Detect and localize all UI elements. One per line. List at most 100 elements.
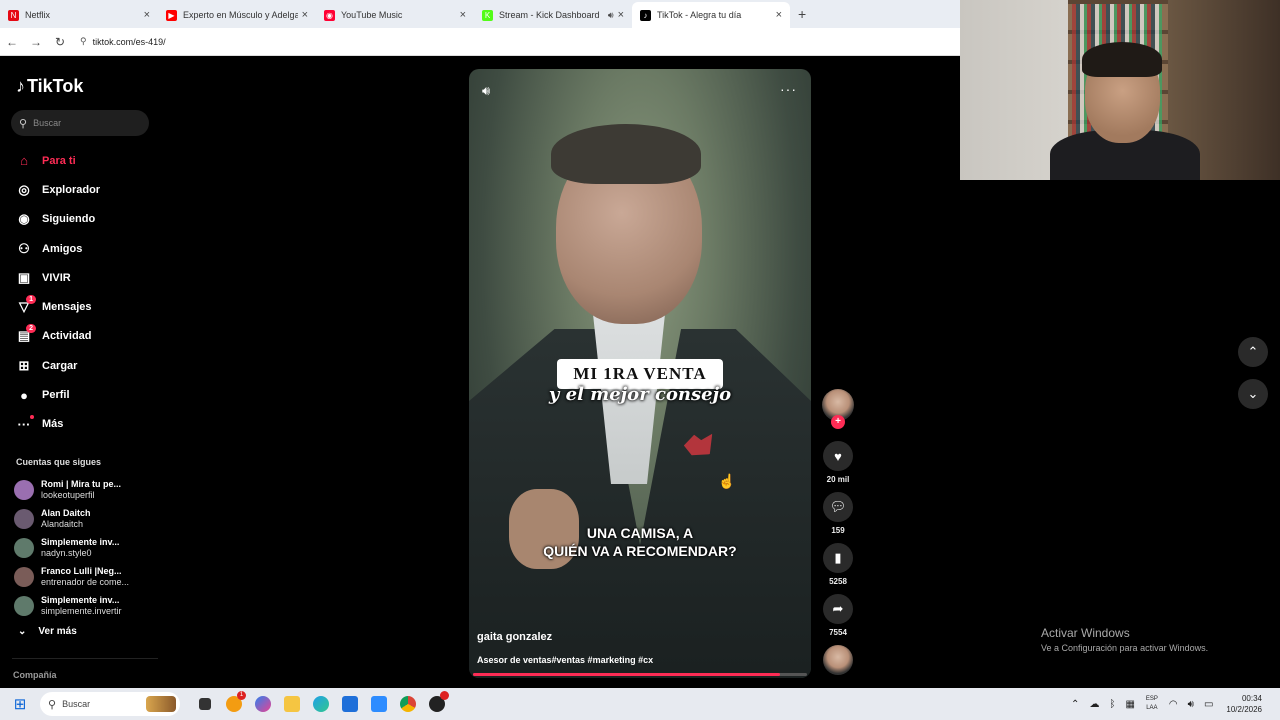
sidebar-item-label: Para ti — [42, 154, 76, 167]
taskbar-search[interactable]: ⚲ Buscar — [40, 692, 180, 716]
sound-avatar[interactable] — [823, 645, 853, 675]
following-item[interactable]: Simplemente inv... nadyn.style0 — [14, 533, 129, 562]
browser-tab[interactable]: ▶ Experto en Músculo y Adelgaza × — [158, 2, 316, 28]
sidebar-item[interactable]: ▣ VIVIR — [14, 263, 100, 292]
sidebar-item-label: Amigos — [42, 242, 83, 255]
tiktok-logo[interactable]: ♪ TikTok — [16, 76, 83, 97]
sidebar-item[interactable]: ◎ Explorador — [14, 175, 100, 204]
chevron-up-icon[interactable]: ⌃ — [1071, 699, 1079, 710]
close-icon[interactable]: × — [144, 9, 150, 21]
sidebar-item[interactable]: ● Perfil — [14, 380, 100, 409]
browser-tab[interactable]: K Stream - Kick Dashboard 🔊︎ × — [474, 2, 632, 28]
cloud-icon[interactable]: ☁ — [1089, 699, 1099, 710]
following-item[interactable]: Romi | Mira tu pe... lookeotuperfil — [14, 475, 129, 504]
sidebar-item[interactable]: ◉ Siguiendo — [14, 205, 100, 234]
share-icon[interactable]: ➦ — [823, 594, 853, 624]
following-item[interactable]: Franco Lulli |Neg... entrenador de come..… — [14, 562, 129, 591]
language-indicator[interactable]: ESP LAA — [1146, 695, 1158, 713]
next-video-button[interactable]: ⌄ — [1238, 379, 1268, 409]
wifi-icon[interactable]: ◠ — [1169, 699, 1178, 710]
copilot-icon[interactable] — [248, 692, 277, 716]
tiktok-page: ♪ TikTok ⚲ Buscar ⌂ Para ti ◎ Explorador ◉ Si… — [0, 58, 960, 688]
site-info-icon[interactable]: ⚲ — [80, 36, 87, 47]
avatar — [14, 595, 34, 616]
system-tray: ⌃ ☁ ᛒ ▦ ESP LAA ◠ 🔊︎ ▭ 00:34 10/2/2026 — [1066, 693, 1262, 715]
profile-icon: ● — [20, 387, 28, 403]
following-handle: Alandaitch — [41, 518, 84, 529]
sidebar-item-label: VIVIR — [42, 271, 71, 284]
url-field[interactable]: ⚲ tiktok.com/es-419/ — [80, 36, 166, 47]
back-icon[interactable]: ← — [0, 35, 24, 49]
chrome-icon[interactable] — [393, 692, 422, 716]
sidebar-item[interactable]: ⌂ Para ti — [14, 146, 100, 175]
widgets-icon[interactable]: 1 — [219, 691, 248, 716]
avatar — [14, 537, 34, 558]
forward-icon[interactable]: → — [24, 35, 48, 49]
video-progress-bar[interactable] — [473, 673, 807, 676]
share-count: 7554 — [829, 628, 847, 637]
close-icon[interactable]: × — [460, 9, 466, 21]
comment-icon[interactable]: 💬︎ — [823, 492, 853, 522]
company-link[interactable]: Compañía — [13, 670, 57, 680]
close-icon[interactable]: × — [776, 9, 782, 21]
creator-avatar[interactable]: + — [822, 389, 854, 429]
comment-action[interactable]: 💬︎ 159 — [822, 492, 854, 535]
taskbar-clock[interactable]: 00:34 10/2/2026 — [1226, 693, 1262, 715]
activation-title: Activar Windows — [1041, 626, 1130, 640]
app-tray-icon[interactable]: ▦ — [1125, 699, 1134, 710]
zoom-icon[interactable] — [364, 692, 393, 716]
bookmark-icon[interactable]: ▮ — [823, 543, 853, 573]
sidebar-item[interactable]: ▤ 2 Actividad — [14, 322, 100, 351]
following-item[interactable]: Alan Daitch Alandaitch — [14, 504, 129, 533]
sidebar-item-label: Mensajes — [42, 301, 92, 314]
volume-icon[interactable]: 🔊︎ — [1188, 699, 1194, 710]
video-author[interactable]: gaita gonzalez — [477, 631, 552, 643]
follow-plus-icon[interactable]: + — [831, 415, 845, 429]
activation-subtitle: Ve a Configuración para activar Windows. — [1041, 643, 1209, 653]
heart-icon[interactable]: ♥ — [823, 441, 853, 471]
task-view-icon[interactable] — [190, 692, 219, 716]
new-tab-icon[interactable]: + — [798, 6, 806, 22]
browser-tab[interactable]: N Netflix × — [0, 2, 158, 28]
following-icon: ◉ — [18, 211, 30, 227]
previous-video-button[interactable]: ⌃ — [1238, 337, 1268, 367]
activity-icon: ▤ 2 — [14, 324, 36, 344]
more-options-icon[interactable]: ··· — [780, 81, 797, 97]
reload-icon[interactable]: ↻ — [48, 35, 72, 49]
chevron-down-icon: ⌄ — [18, 626, 27, 637]
bluetooth-icon[interactable]: ᛒ — [1109, 699, 1115, 710]
obs-icon[interactable] — [422, 691, 451, 716]
battery-icon[interactable]: ▭ — [1204, 699, 1213, 710]
video-progress-fill — [473, 673, 781, 676]
file-explorer-icon[interactable] — [277, 692, 306, 716]
sidebar-item-label: Más — [42, 418, 64, 431]
logo-text: TikTok — [27, 76, 84, 96]
sidebar-nav: ⌂ Para ti ◎ Explorador ◉ Siguiendo ⚇ Amigos ▣ VIV… — [14, 146, 101, 439]
sidebar-item[interactable]: ··· Más — [14, 410, 100, 439]
save-action[interactable]: ▮ 5258 — [822, 543, 854, 586]
video-description[interactable]: Asesor de ventas#ventas #marketing #cx — [477, 655, 653, 665]
video-player[interactable]: 🔊︎ ··· MI 1RA VENTA y el mejor consejo U… — [469, 69, 811, 678]
share-action[interactable]: ➦ 7554 — [822, 594, 854, 637]
like-action[interactable]: ♥ 20 mil — [822, 441, 854, 484]
taskbar-search-label: Buscar — [62, 699, 91, 709]
sidebar-item[interactable]: ▽ 1 Mensajes — [14, 292, 100, 321]
search-highlight-icon — [146, 696, 176, 712]
store-icon[interactable] — [335, 692, 364, 716]
edge-icon[interactable] — [306, 692, 335, 716]
close-icon[interactable]: × — [618, 9, 624, 21]
following-item[interactable]: Simplemente inv... simplemente.invertir — [14, 591, 129, 620]
windows-start-icon[interactable]: ⊞ — [0, 695, 40, 713]
notification-badge: 1 — [26, 295, 36, 305]
browser-tab[interactable]: ◉ YouTube Music × — [316, 2, 474, 28]
browser-tab[interactable]: ♪ TikTok - Alegra tu día × — [632, 2, 790, 28]
volume-icon[interactable]: 🔊︎ — [482, 83, 490, 99]
see-more-button[interactable]: ⌄ Ver más — [18, 626, 77, 637]
sidebar-item[interactable]: ⊞ Cargar — [14, 351, 100, 380]
search-input[interactable]: ⚲ Buscar — [11, 110, 149, 136]
close-icon[interactable]: × — [302, 9, 308, 21]
see-more-label: Ver más — [38, 626, 77, 637]
sidebar-item[interactable]: ⚇ Amigos — [14, 234, 100, 263]
speaker-icon[interactable]: 🔊︎ — [608, 10, 614, 21]
tab-favicon-icon: ▶ — [166, 9, 177, 21]
